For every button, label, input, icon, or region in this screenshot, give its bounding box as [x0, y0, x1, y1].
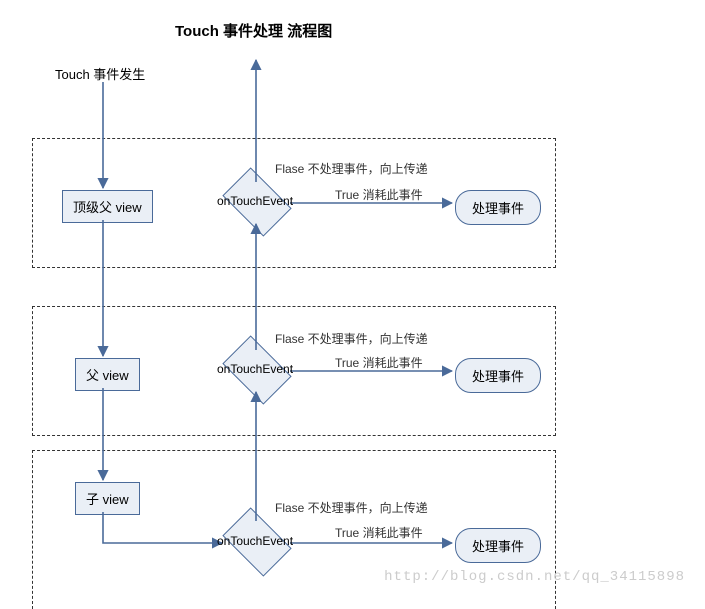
edge-label-false: Flase 不处理事件，向上传递	[275, 499, 428, 516]
edge-label-false: Flase 不处理事件，向上传递	[275, 330, 428, 347]
edge-label-true: True 消耗此事件	[335, 186, 423, 203]
diagram-title: Touch 事件处理 流程图	[175, 20, 332, 41]
view-box-child: 子 view	[75, 482, 140, 515]
diamond-label: onTouchEvent	[200, 362, 310, 376]
diamond-label: onTouchEvent	[200, 534, 310, 548]
decision-diamond: onTouchEvent	[200, 184, 310, 220]
result-box: 处理事件	[455, 358, 541, 393]
start-label: Touch 事件发生	[55, 64, 145, 83]
diamond-label: onTouchEvent	[200, 194, 310, 208]
decision-diamond: onTouchEvent	[200, 524, 310, 560]
edge-label-true: True 消耗此事件	[335, 524, 423, 541]
view-box-top: 顶级父 view	[62, 190, 153, 223]
result-box: 处理事件	[455, 190, 541, 225]
decision-diamond: onTouchEvent	[200, 352, 310, 388]
result-box: 处理事件	[455, 528, 541, 563]
watermark: http://blog.csdn.net/qq_34115898	[384, 569, 685, 585]
edge-label-false: Flase 不处理事件，向上传递	[275, 160, 428, 177]
view-box-parent: 父 view	[75, 358, 140, 391]
edge-label-true: True 消耗此事件	[335, 354, 423, 371]
